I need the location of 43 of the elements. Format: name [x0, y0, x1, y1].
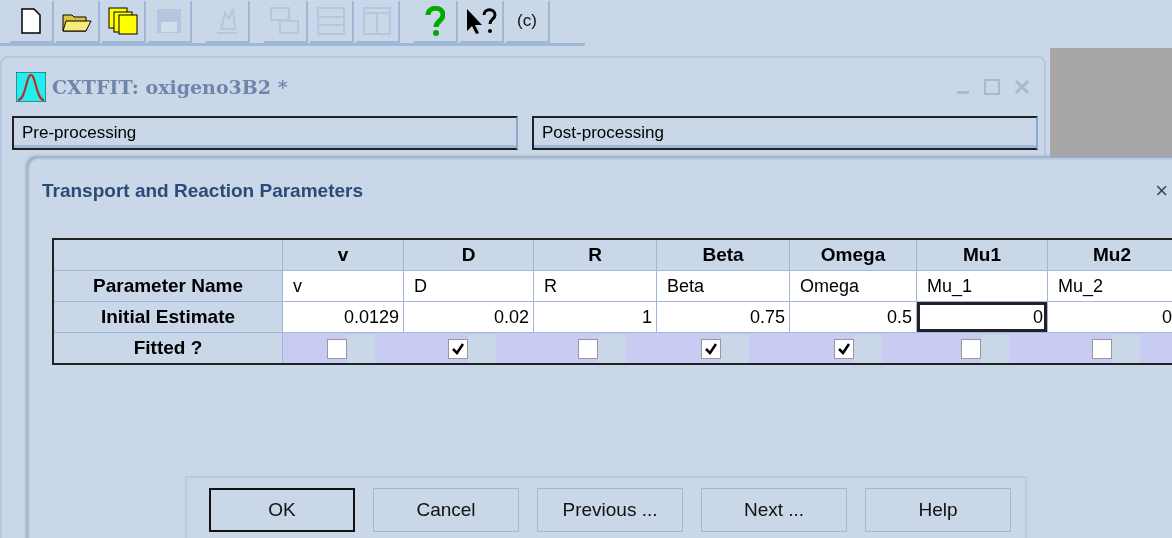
dialog-title: Transport and Reaction Parameters [42, 180, 363, 202]
column-header: Omega [789, 239, 917, 271]
toolbar-button[interactable] [56, 1, 100, 43]
table-cell[interactable]: Mu_1 [916, 270, 1048, 302]
table-cell[interactable]: 1 [533, 301, 657, 333]
table-cell[interactable]: Omega [789, 270, 917, 302]
column-header: Mu1 [916, 239, 1048, 271]
bell-curve-icon [16, 72, 46, 102]
table-cell[interactable]: 0.5 [789, 301, 917, 333]
column-header: v [282, 239, 404, 271]
table-cell[interactable]: Beta [656, 270, 790, 302]
ok-button[interactable]: OK [209, 488, 355, 532]
panel-header: Post-processing [532, 116, 1038, 150]
table-cell[interactable]: 0.75 [656, 301, 790, 333]
row-header: Initial Estimate [53, 301, 283, 333]
dialog-button[interactable]: Previous ... [537, 488, 683, 532]
toolbar-button[interactable] [10, 1, 54, 43]
table-cell[interactable]: D [403, 270, 534, 302]
table-cell[interactable]: 0 [916, 301, 1048, 333]
column-header: Beta [656, 239, 790, 271]
column-header: Mu2 [1047, 239, 1172, 271]
column-header: D [403, 239, 534, 271]
copyright-button[interactable]: (c) [506, 1, 550, 43]
column-header: R [533, 239, 657, 271]
table-cell[interactable]: R [533, 270, 657, 302]
pointer-help-icon [465, 7, 497, 35]
new-file-icon [20, 8, 42, 34]
documents-icon [108, 7, 138, 35]
row-header: Fitted ? [53, 332, 283, 364]
close-button[interactable]: × [1155, 178, 1168, 204]
help-icon [425, 6, 445, 36]
table-cell[interactable]: 0 [1047, 301, 1172, 333]
row-header: Parameter Name [53, 270, 283, 302]
dialog-button[interactable]: Next ... [701, 488, 847, 532]
table-cell[interactable]: 0.0129 [282, 301, 404, 333]
table-cell[interactable]: v [282, 270, 404, 302]
window-title: CXTFIT: oxigeno3B2 * [52, 76, 288, 98]
table-cell[interactable]: Mu_2 [1047, 270, 1172, 302]
panel-header: Pre-processing [12, 116, 518, 150]
dialog-button[interactable]: Help [865, 488, 1011, 532]
dialog-button[interactable]: Cancel [373, 488, 519, 532]
toolbar-button[interactable] [460, 1, 504, 43]
table-cell[interactable]: 0.02 [403, 301, 534, 333]
